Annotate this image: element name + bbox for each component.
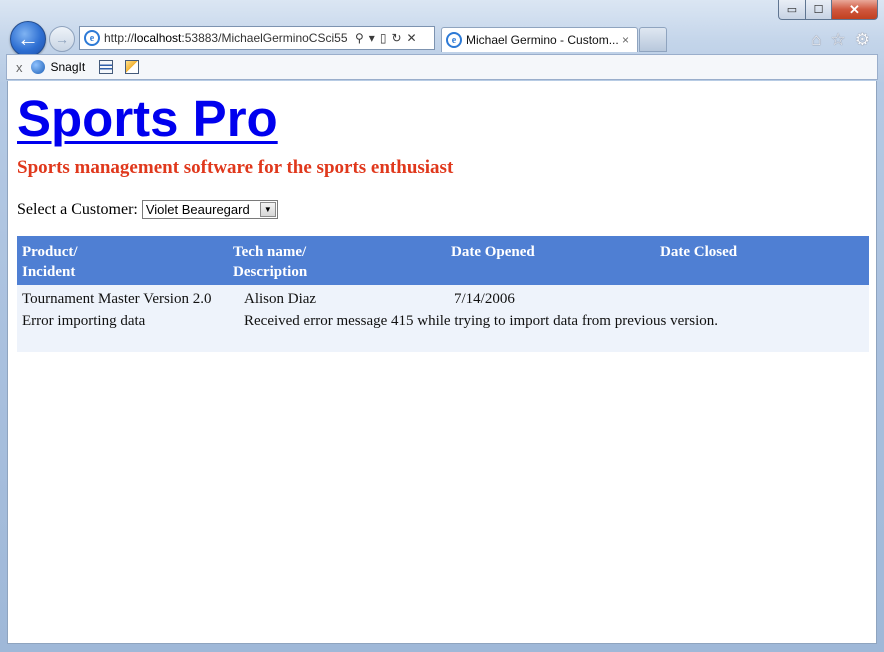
url-host: localhost: [134, 31, 182, 45]
url-path: :53883/MichaelGerminoCSci55: [181, 31, 348, 45]
browser-window: ▭ ☐ ✕ ← → e http://localhost:53883/Micha…: [0, 0, 884, 652]
new-tab-button[interactable]: [639, 27, 667, 52]
header-date-closed: Date Closed: [660, 242, 737, 262]
cell-product: Tournament Master Version 2.0: [22, 291, 212, 307]
close-toolbar-icon[interactable]: x: [16, 60, 23, 75]
header-label: Incident: [22, 264, 76, 280]
table-row: Tournament Master Version 2.0 Alison Dia…: [17, 285, 869, 352]
table-header: Product/ Incident Tech name/ Description…: [17, 236, 869, 285]
maximize-button[interactable]: ☐: [806, 0, 832, 20]
address-bar[interactable]: e http://localhost:53883/MichaelGerminoC…: [79, 26, 435, 50]
tab-title: Michael Germino - Custom...: [466, 33, 618, 47]
forward-arrow-icon: →: [55, 31, 69, 47]
incidents-table: Product/ Incident Tech name/ Description…: [17, 236, 869, 352]
back-button[interactable]: ←: [10, 21, 46, 57]
header-label: Description: [233, 264, 308, 280]
customer-selected-value: Violet Beauregard: [145, 202, 250, 217]
customer-dropdown[interactable]: Violet Beauregard ▼: [141, 200, 278, 219]
window-controls: ▭ ☐ ✕: [778, 0, 878, 20]
header-label: Product/: [22, 244, 78, 260]
snagit-edit-icon[interactable]: [125, 60, 140, 74]
home-icon[interactable]: ⌂: [811, 30, 821, 50]
cell-tech: Alison Diaz: [244, 291, 317, 307]
tagline: Sports management software for the sport…: [17, 157, 454, 178]
search-icon[interactable]: ⚲: [355, 31, 364, 45]
tab-ie-icon: e: [446, 32, 462, 48]
header-label: Date Closed: [660, 244, 738, 260]
snagit-button[interactable]: SnagIt: [51, 60, 86, 74]
cell-date-opened: 7/14/2006: [454, 291, 515, 307]
forward-button[interactable]: →: [49, 26, 75, 52]
header-label: Date Opened: [451, 244, 535, 260]
customer-label: Select a Customer:: [17, 200, 138, 218]
minimize-button[interactable]: ▭: [778, 0, 806, 20]
snagit-capture-icon[interactable]: [99, 60, 114, 74]
gear-icon[interactable]: ⚙: [855, 30, 870, 50]
cell-description: Received error message 415 while trying …: [244, 313, 719, 329]
close-window-button[interactable]: ✕: [832, 0, 878, 20]
header-tech-description: Tech name/ Description: [233, 242, 307, 282]
browser-toolbar-icons: ⌂ ☆ ⚙: [811, 30, 870, 50]
customer-selector-row: Select a Customer: Violet Beauregard ▼: [17, 200, 278, 219]
ie-page-icon: e: [84, 30, 100, 46]
site-title-link[interactable]: Sports Pro: [17, 88, 278, 150]
header-date-opened: Date Opened: [451, 242, 535, 262]
star-icon[interactable]: ☆: [831, 30, 846, 50]
snagit-icon[interactable]: [30, 60, 45, 74]
url-scheme: http://: [104, 31, 135, 45]
stop-icon[interactable]: ✕: [407, 31, 417, 45]
chevron-down-icon[interactable]: ▼: [259, 202, 276, 217]
header-product-incident: Product/ Incident: [22, 242, 78, 282]
search-dropdown-icon[interactable]: ▾: [369, 31, 375, 45]
address-url[interactable]: http://localhost:53883/MichaelGerminoCSc…: [104, 31, 349, 45]
tab-close-icon[interactable]: ×: [622, 33, 629, 47]
tab-active[interactable]: e Michael Germino - Custom... ×: [441, 27, 638, 52]
command-bar: x SnagIt: [6, 54, 878, 80]
page-viewport: Sports Pro Sports management software fo…: [7, 81, 877, 644]
address-actions: ⚲ ▾ ▯ ↻ ✕: [355, 31, 417, 45]
refresh-icon[interactable]: ↻: [391, 31, 401, 45]
header-label: Tech name/: [233, 244, 307, 260]
cell-incident: Error importing data: [22, 313, 146, 329]
compatibility-view-icon[interactable]: ▯: [380, 31, 387, 45]
back-arrow-icon: ←: [17, 26, 39, 51]
